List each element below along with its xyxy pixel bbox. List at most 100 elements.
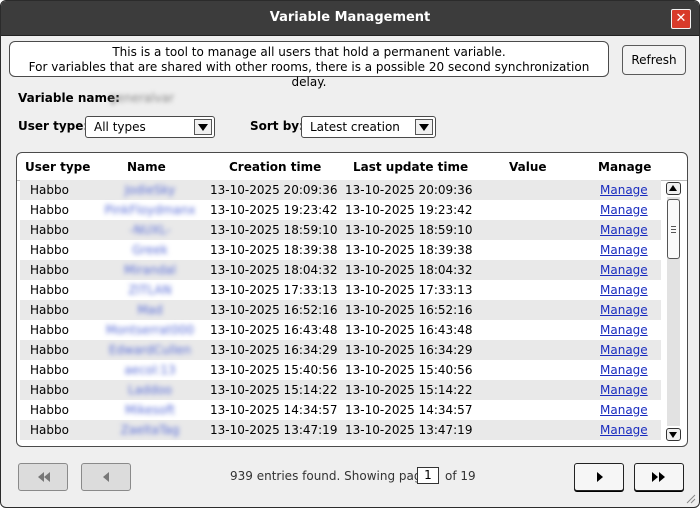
header-value[interactable]: Value xyxy=(509,160,547,174)
manage-link[interactable]: Manage xyxy=(600,240,648,260)
cell-last-update-time: 13-10-2025 15:40:56 xyxy=(345,363,473,377)
scroll-thumb[interactable] xyxy=(667,199,680,259)
refresh-button[interactable]: Refresh xyxy=(622,45,686,75)
cell-name: Greek xyxy=(132,243,168,257)
header-user-type[interactable]: User type xyxy=(25,160,90,174)
table-row: Habbo ZITLAN 13-10-2025 17:33:13 13-10-2025… xyxy=(20,280,661,300)
cell-name: ZITLAN xyxy=(128,283,172,297)
chevron-down-icon[interactable] xyxy=(194,119,212,135)
cell-user-type: Habbo xyxy=(30,383,69,397)
vertical-scrollbar[interactable] xyxy=(665,180,683,442)
manage-link[interactable]: Manage xyxy=(600,280,648,300)
table-row: Habbo JodieSky 13-10-2025 20:09:36 13-10-20… xyxy=(20,180,661,200)
entries-found-text: 939 entries found. Showing page xyxy=(230,469,429,483)
close-icon: ✕ xyxy=(675,11,687,26)
cell-last-update-time: 13-10-2025 18:39:38 xyxy=(345,243,473,257)
variable-name-label: Variable name: xyxy=(18,91,120,105)
cell-name: aecol:13 xyxy=(124,363,176,377)
scroll-up-icon[interactable] xyxy=(666,182,681,195)
window-title: Variable Management xyxy=(269,10,431,25)
cell-user-type: Habbo xyxy=(30,423,69,437)
header-last-update-time[interactable]: Last update time xyxy=(353,160,468,174)
table-body: Habbo JodieSky 13-10-2025 20:09:36 13-10-20… xyxy=(20,180,661,440)
info-line-1: This is a tool to manage all users that … xyxy=(112,45,506,59)
manage-link[interactable]: Manage xyxy=(600,380,648,400)
cell-creation-time: 13-10-2025 20:09:36 xyxy=(210,183,338,197)
first-page-button[interactable] xyxy=(18,463,68,491)
cell-creation-time: 13-10-2025 15:40:56 xyxy=(210,363,338,377)
info-line-2: For variables that are shared with other… xyxy=(28,60,590,89)
cell-last-update-time: 13-10-2025 16:43:48 xyxy=(345,323,473,337)
user-type-select[interactable]: All types xyxy=(85,116,215,138)
table-row: Habbo Montserrat000 13-10-2025 16:43:48 13-… xyxy=(20,320,661,340)
cell-user-type: Habbo xyxy=(30,403,69,417)
cell-last-update-time: 13-10-2025 18:04:32 xyxy=(345,263,473,277)
cell-last-update-time: 13-10-2025 20:09:36 xyxy=(345,183,473,197)
info-box: This is a tool to manage all users that … xyxy=(9,41,609,89)
cell-creation-time: 13-10-2025 14:34:57 xyxy=(210,403,338,417)
manage-link[interactable]: Manage xyxy=(600,420,648,440)
last-page-button[interactable] xyxy=(634,463,684,491)
sort-by-select[interactable]: Latest creation xyxy=(301,116,436,138)
previous-page-button[interactable] xyxy=(81,463,131,491)
cell-last-update-time: 13-10-2025 14:34:57 xyxy=(345,403,473,417)
cell-user-type: Habbo xyxy=(30,183,69,197)
cell-user-type: Habbo xyxy=(30,223,69,237)
table-row: Habbo -NUXL- 13-10-2025 18:59:10 13-10-2025… xyxy=(20,220,661,240)
manage-link[interactable]: Manage xyxy=(600,260,648,280)
manage-link[interactable]: Manage xyxy=(600,400,648,420)
chevron-right-icon xyxy=(597,472,603,482)
manage-link[interactable]: Manage xyxy=(600,340,648,360)
manage-link[interactable]: Manage xyxy=(600,300,648,320)
cell-name: ZaeltaTag xyxy=(120,423,180,437)
cell-creation-time: 13-10-2025 17:33:13 xyxy=(210,283,338,297)
close-button[interactable]: ✕ xyxy=(671,9,691,29)
manage-link[interactable]: Manage xyxy=(600,220,648,240)
manage-link[interactable]: Manage xyxy=(600,360,648,380)
cell-user-type: Habbo xyxy=(30,203,69,217)
cell-name: PinkFloydmanx xyxy=(104,203,196,217)
cell-creation-time: 13-10-2025 16:34:29 xyxy=(210,343,338,357)
header-creation-time[interactable]: Creation time xyxy=(229,160,321,174)
cell-creation-time: 13-10-2025 13:47:19 xyxy=(210,423,338,437)
cell-name: Mirandal xyxy=(124,263,176,277)
total-pages-text: of 19 xyxy=(445,469,476,483)
sort-by-label: Sort by: xyxy=(250,119,304,133)
cell-user-type: Habbo xyxy=(30,303,69,317)
table-row: Habbo Greek 13-10-2025 18:39:38 13-10-2025 … xyxy=(20,240,661,260)
chevron-left-icon xyxy=(103,472,109,482)
manage-link[interactable]: Manage xyxy=(600,320,648,340)
cell-user-type: Habbo xyxy=(30,243,69,257)
cell-creation-time: 13-10-2025 18:39:38 xyxy=(210,243,338,257)
variable-name-value: generalvar xyxy=(109,91,174,105)
cell-creation-time: 13-10-2025 18:04:32 xyxy=(210,263,338,277)
header-manage[interactable]: Manage xyxy=(598,160,651,174)
table-row: Habbo Mirandal 13-10-2025 18:04:32 13-10-20… xyxy=(20,260,661,280)
page-number-input[interactable]: 1 xyxy=(417,467,439,484)
variable-management-window: Variable Management ✕ This is a tool to … xyxy=(0,0,700,508)
cell-last-update-time: 13-10-2025 15:14:22 xyxy=(345,383,473,397)
manage-link[interactable]: Manage xyxy=(600,200,648,220)
cell-last-update-time: 13-10-2025 18:59:10 xyxy=(345,223,473,237)
header-name[interactable]: Name xyxy=(127,160,166,174)
cell-last-update-time: 13-10-2025 16:34:29 xyxy=(345,343,473,357)
cell-user-type: Habbo xyxy=(30,323,69,337)
double-chevron-right-icon xyxy=(652,472,665,482)
cell-name: Mad xyxy=(137,303,163,317)
scroll-down-icon[interactable] xyxy=(666,428,681,441)
users-table: User type Name Creation time Last update… xyxy=(16,152,688,447)
table-row: Habbo Mad 13-10-2025 16:52:16 13-10-2025 16… xyxy=(20,300,661,320)
table-row: Habbo aecol:13 13-10-2025 15:40:56 13-10-20… xyxy=(20,360,661,380)
cell-user-type: Habbo xyxy=(30,363,69,377)
manage-link[interactable]: Manage xyxy=(600,180,648,200)
resize-grip-icon[interactable] xyxy=(684,492,696,504)
cell-last-update-time: 13-10-2025 19:23:42 xyxy=(345,203,473,217)
sort-by-selected: Latest creation xyxy=(310,120,400,134)
cell-name: Mikesoft xyxy=(125,403,175,417)
cell-creation-time: 13-10-2025 18:59:10 xyxy=(210,223,338,237)
cell-last-update-time: 13-10-2025 16:52:16 xyxy=(345,303,473,317)
next-page-button[interactable] xyxy=(574,463,624,491)
title-bar[interactable]: Variable Management ✕ xyxy=(1,1,699,36)
cell-last-update-time: 13-10-2025 17:33:13 xyxy=(345,283,473,297)
chevron-down-icon[interactable] xyxy=(415,119,433,135)
